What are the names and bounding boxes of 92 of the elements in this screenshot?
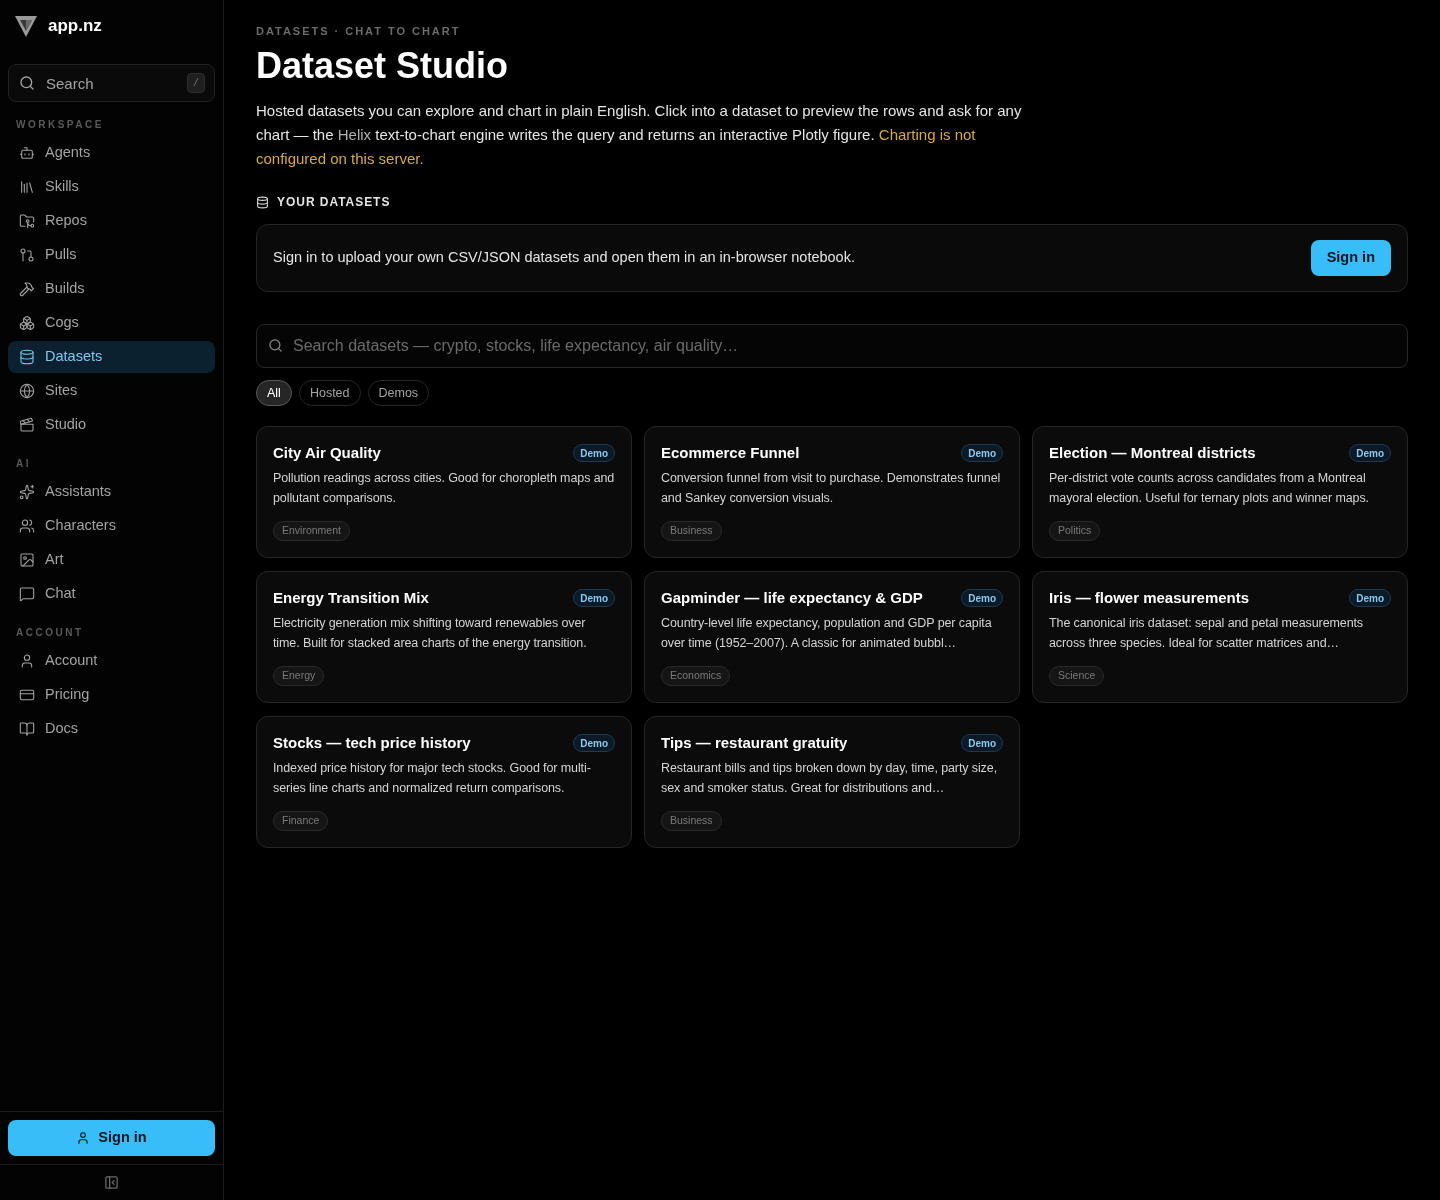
dataset-title: Stocks — tech price history xyxy=(273,732,471,753)
nav-item[interactable]: Builds xyxy=(8,273,215,305)
nav-item[interactable]: Assistants xyxy=(8,476,215,508)
dataset-description: Electricity generation mix shifting toward renewables over time. Built for stacked area charts of the energy transition. xyxy=(273,615,588,652)
dataset-description: Restaurant bills and tips broken down by day, time, party size, sex and smoker status. Great for distributions and… xyxy=(661,760,998,797)
nav-item[interactable]: Chat xyxy=(8,578,215,610)
dataset-description: Country-level life expectancy, population and GDP per capita over time (1952–2007). A classic for animated bubbl… xyxy=(661,615,993,652)
nav-item[interactable]: Repos xyxy=(8,205,215,237)
dataset-card[interactable]: Tips — restaurant gratuity Demo Restaurant bills and tips broken down by day, time, party size, sex and smoker status. Great for distributions and… Business xyxy=(644,716,1020,848)
dataset-description: Conversion funnel from visit to purchase. Demonstrates funnel and Sankey conversion visuals. xyxy=(661,470,1002,507)
shortcut-key: / xyxy=(187,73,205,93)
section-title: YOUR DATASETS xyxy=(277,194,391,211)
dataset-title: Tips — restaurant gratuity xyxy=(661,732,848,753)
category-tag: Energy xyxy=(273,666,325,686)
collapse-sidebar-icon[interactable] xyxy=(104,1175,119,1190)
users-icon xyxy=(19,518,35,534)
demo-badge: Demo xyxy=(961,589,1003,607)
folder-icon xyxy=(19,213,35,229)
demo-badge: Demo xyxy=(1349,589,1391,607)
dataset-card[interactable]: Election — Montreal districts Demo Per-district vote counts across candidates from a Montreal mayoral election. Useful for ternary plots and winner maps. Politics xyxy=(1032,426,1408,558)
dataset-title: Gapminder — life expectancy & GDP xyxy=(661,587,923,608)
nav-item[interactable]: Art xyxy=(8,544,215,576)
demo-badge: Demo xyxy=(961,444,1003,462)
dataset-description: The canonical iris dataset: sepal and petal measurements across three species. Ideal for scatter matrices and… xyxy=(1049,615,1365,652)
dataset-card[interactable]: Iris — flower measurements Demo The canonical iris dataset: sepal and petal measurements across three species. Ideal for scatter matrices and… Science xyxy=(1032,571,1408,703)
search-icon xyxy=(19,75,35,91)
logo-icon xyxy=(14,14,38,38)
nav-item[interactable]: Datasets xyxy=(8,341,215,373)
sign-in-button[interactable]: Sign in xyxy=(1310,240,1391,276)
nav-item[interactable]: Characters xyxy=(8,510,215,542)
boxes-icon xyxy=(19,315,35,331)
sign-in-button[interactable]: Sign in xyxy=(8,1120,215,1156)
user-icon xyxy=(76,1131,91,1145)
nav-item[interactable]: Skills xyxy=(8,171,215,203)
database-icon xyxy=(256,195,269,209)
dataset-card[interactable]: Stocks — tech price history Demo Indexed price history for major tech stocks. Good for multi-series line charts and normalized return comparisons. Finance xyxy=(256,716,632,848)
demo-badge: Demo xyxy=(573,734,615,752)
banner-message: Sign in to upload your own CSV/JSON datasets and open them in an in-browser notebook. xyxy=(273,248,855,268)
section-label: WORKSPACE xyxy=(15,119,105,131)
breadcrumb: DATASETS · CHAT TO CHART xyxy=(256,24,462,39)
intro-paragraph: Hosted datasets you can explore and chart in plain English. Click into a dataset to preview the rows and ask for any chart — the Helix text-to-chart engine writes the query and returns an interactive Plotly figure. Charting is not configured on this server. xyxy=(256,101,1023,169)
user-icon xyxy=(19,653,35,669)
book-icon xyxy=(19,721,35,737)
robot-icon xyxy=(19,145,35,161)
dataset-title: Energy Transition Mix xyxy=(273,587,429,608)
section-label: ACCOUNT xyxy=(15,627,85,639)
category-tag: Business xyxy=(661,521,722,541)
nav-item[interactable]: Docs xyxy=(8,713,215,745)
dataset-description: Indexed price history for major tech stocks. Good for multi-series line charts and normalized return comparisons. xyxy=(273,760,592,797)
nav-item[interactable]: Sites xyxy=(8,375,215,407)
demo-badge: Demo xyxy=(1349,444,1391,462)
brand-name: app.nz xyxy=(48,15,102,38)
dataset-title: Election — Montreal districts xyxy=(1049,442,1256,463)
database-icon xyxy=(19,349,35,365)
nav-item[interactable]: Agents xyxy=(8,137,215,169)
card-icon xyxy=(19,687,35,703)
nav-item[interactable]: Pricing xyxy=(8,679,215,711)
image-icon xyxy=(19,552,35,568)
section-label: AI xyxy=(15,458,32,470)
chat-bubble-icon xyxy=(19,586,35,602)
dataset-description: Pollution readings across cities. Good for choropleth maps and pollutant comparisons. xyxy=(273,470,615,507)
category-tag: Business xyxy=(661,811,722,831)
clapperboard-icon xyxy=(19,417,35,433)
dataset-title: City Air Quality xyxy=(273,442,381,463)
dataset-search-field[interactable]: Search datasets — crypto, stocks, life expectancy, air quality… xyxy=(256,324,1408,368)
nav-item[interactable]: Pulls xyxy=(8,239,215,271)
globe-icon xyxy=(19,383,35,399)
nav-item[interactable]: Studio xyxy=(8,409,215,441)
demo-badge: Demo xyxy=(573,444,615,462)
sparkles-icon xyxy=(19,484,35,500)
demo-badge: Demo xyxy=(961,734,1003,752)
demo-badge: Demo xyxy=(573,589,615,607)
category-tag: Science xyxy=(1049,666,1105,686)
page-title: Dataset Studio xyxy=(256,46,510,86)
branch-icon xyxy=(19,247,35,263)
dataset-card[interactable]: Gapminder — life expectancy & GDP Demo Country-level life expectancy, population and GDP per capita over time (1952–2007). A classic for animated bubbl… Economics xyxy=(644,571,1020,703)
category-tag: Environment xyxy=(273,521,350,541)
category-tag: Politics xyxy=(1049,521,1101,541)
nav-item[interactable]: Cogs xyxy=(8,307,215,339)
dataset-title: Iris — flower measurements xyxy=(1049,587,1250,608)
nav-item[interactable]: Account xyxy=(8,645,215,677)
category-tag: Finance xyxy=(273,811,329,831)
dataset-card[interactable]: City Air Quality Demo Pollution readings across cities. Good for choropleth maps and pollutant comparisons. Environment xyxy=(256,426,632,558)
hammer-icon xyxy=(19,281,35,297)
dataset-description: Per-district vote counts across candidates from a Montreal mayoral election. Useful for ternary plots and winner maps. xyxy=(1049,470,1370,507)
dataset-card[interactable]: Ecommerce Funnel Demo Conversion funnel from visit to purchase. Demonstrates funnel and Sankey conversion visuals. Business xyxy=(644,426,1020,558)
books-icon xyxy=(19,179,35,195)
category-tag: Economics xyxy=(661,666,731,686)
search-icon xyxy=(268,338,283,353)
filter-chip[interactable]: All xyxy=(256,380,292,406)
dataset-title: Ecommerce Funnel xyxy=(661,442,800,463)
dataset-card[interactable]: Energy Transition Mix Demo Electricity generation mix shifting toward renewables over time. Built for stacked area charts of the energy transition. Energy xyxy=(256,571,632,703)
